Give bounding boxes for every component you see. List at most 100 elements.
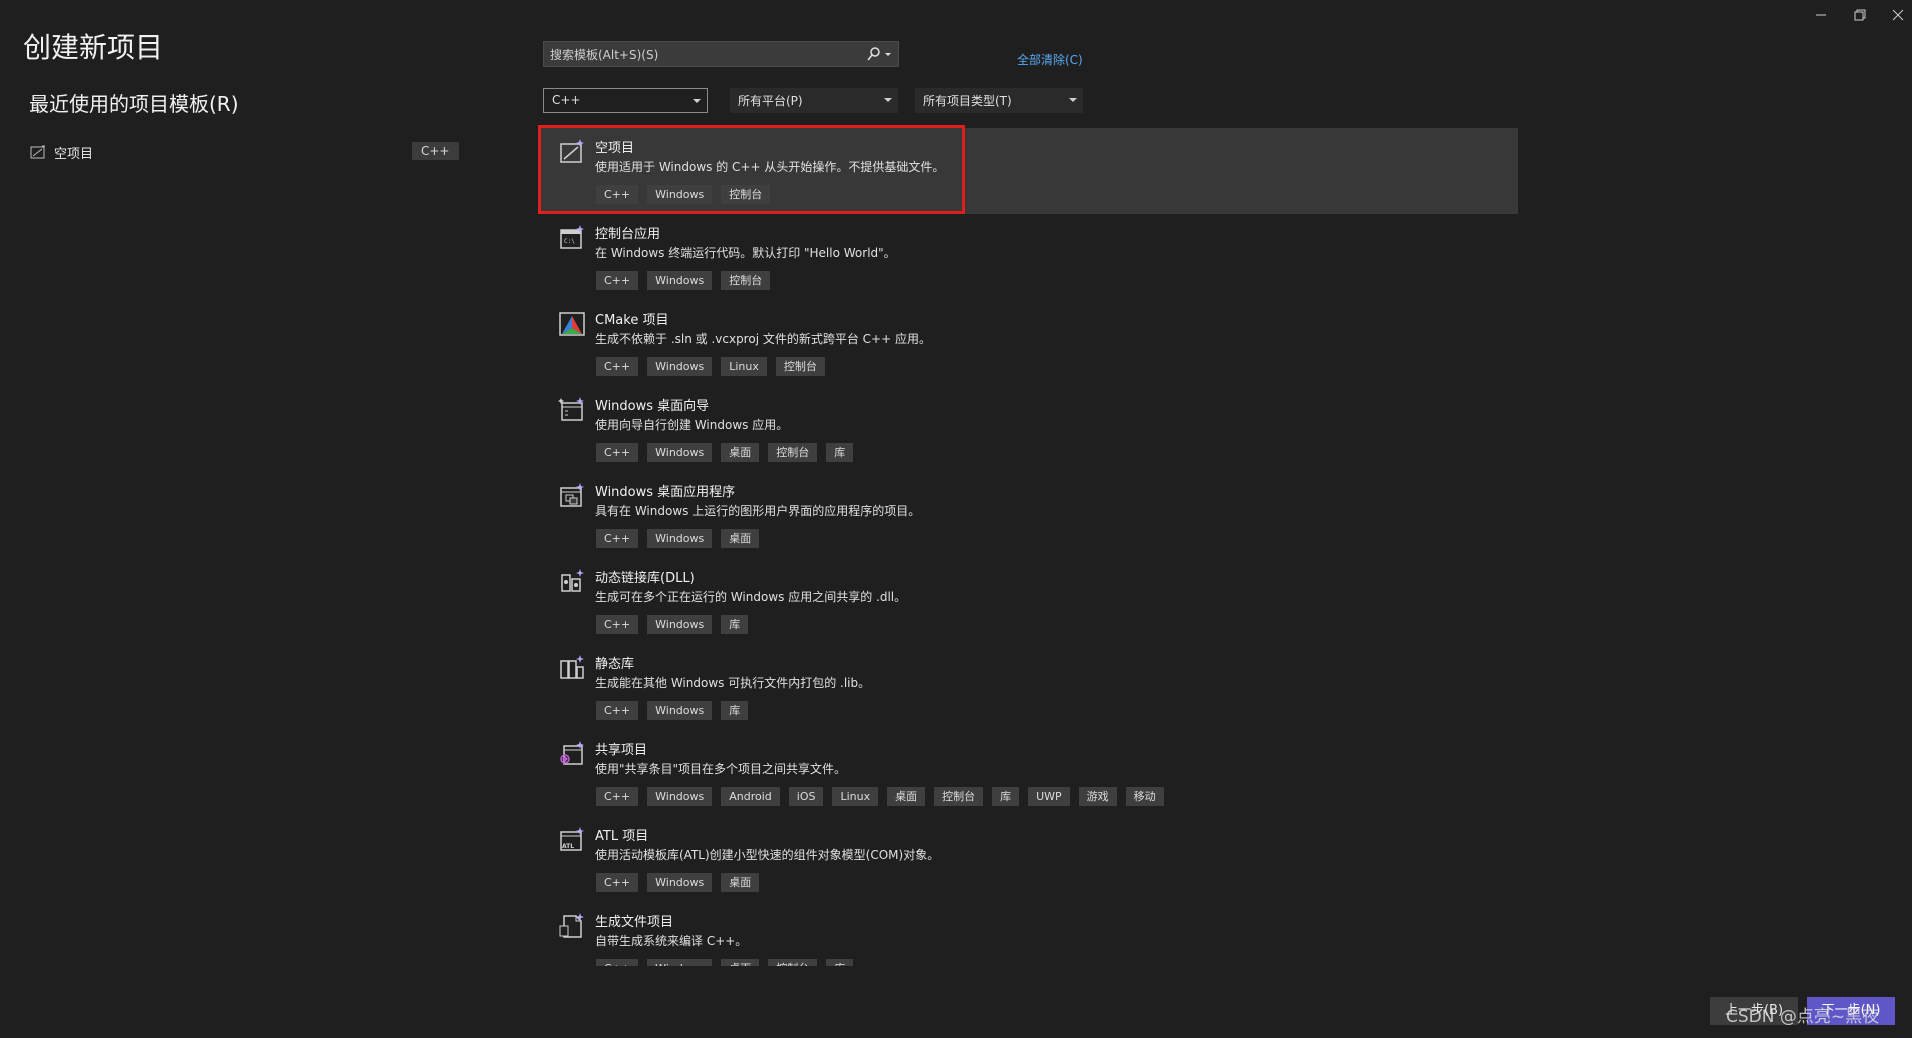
template-tag: 游戏 [1078, 787, 1117, 806]
chevron-down-icon [1069, 98, 1077, 102]
template-tags: C++Windows桌面控制台库 [596, 443, 854, 462]
template-tag: 控制台 [721, 271, 771, 290]
watermark: CSDN @点亮~黑夜 [1726, 1007, 1880, 1027]
template-tag: 控制台 [934, 787, 984, 806]
template-tags: C++ Windows 库 [596, 615, 749, 634]
template-tag: 桌面 [721, 443, 760, 462]
empty-project-icon [30, 144, 46, 159]
template-tag: C++ [596, 357, 639, 376]
template-tag: 库 [826, 959, 854, 966]
template-description: 生成不依赖于 .sln 或 .vcxproj 文件的新式跨平台 C++ 应用。 [595, 332, 931, 346]
template-item[interactable]: 动态链接库(DLL) 生成可在多个正在运行的 Windows 应用之间共享的 .d… [538, 558, 1518, 644]
template-name: Windows 桌面向导 [595, 399, 710, 414]
template-tag: Windows [647, 357, 713, 376]
svg-text:C:\: C:\ [564, 238, 575, 245]
template-name: CMake 项目 [595, 313, 669, 328]
template-tags: C++Windows桌面控制台库 [596, 959, 854, 966]
template-item[interactable]: C:\ 控制台应用在 Windows 终端运行代码。默认打印 "Hello Wor… [538, 214, 1518, 300]
template-tag: 控制台 [768, 959, 818, 966]
template-item[interactable]: 共享项目 使用"共享条目"项目在多个项目之间共享文件。 C++ Windows Andr… [538, 730, 1518, 816]
desktop-wizard-icon [558, 396, 586, 424]
template-tag: C++ [596, 701, 639, 720]
template-item[interactable]: 静态库生成能在其他 Windows 可执行文件内打包的 .lib。 C++ Wind… [538, 644, 1518, 730]
template-item[interactable]: CMake 项目生成不依赖于 .sln 或 .vcxproj 文件的新式跨平台 … [538, 300, 1518, 386]
recent-templates-heading: 最近使用的项目模板(R) [29, 92, 239, 116]
makefile-project-icon [558, 912, 586, 940]
svg-text:ATL: ATL [562, 843, 574, 850]
template-tag: 库 [826, 443, 854, 462]
template-description: 使用"共享条目"项目在多个项目之间共享文件。 [595, 762, 847, 776]
template-tag: Windows [647, 959, 713, 966]
template-item[interactable]: 生成文件项目自带生成系统来编译 C++。 C++ Windows 桌面 控制台 库 [538, 902, 1518, 966]
template-tag: 移动 [1125, 787, 1164, 806]
template-tags: C++ Windows 桌面 [596, 529, 760, 548]
template-tag: 库 [721, 615, 749, 634]
template-tag: C++ [596, 615, 639, 634]
template-tag: C++ [596, 271, 639, 290]
template-tag: 控制台 [768, 443, 818, 462]
template-name: 生成文件项目 [595, 915, 674, 930]
recent-template-item[interactable]: 空项目 C++ [30, 141, 459, 163]
clear-all-link[interactable]: 全部清除(C) [1017, 51, 1083, 68]
chevron-down-icon [693, 99, 701, 103]
template-tag: 控制台 [721, 185, 771, 204]
page-title: 创建新项目 [23, 31, 164, 64]
template-tag: 库 [992, 787, 1020, 806]
template-tags: C++ Windows 桌面 [596, 873, 760, 892]
static-lib-icon [558, 654, 586, 682]
template-tags: C++ Windows 控制台 [596, 185, 771, 204]
search-input[interactable] [544, 42, 872, 68]
template-tag: Linux [721, 357, 767, 376]
empty-project-icon [558, 138, 586, 166]
platform-filter-value: 所有平台(P) [738, 94, 803, 108]
template-tag: Windows [647, 787, 713, 806]
template-tag: Windows [647, 873, 713, 892]
template-item[interactable]: Windows 桌面应用程序具有在 Windows 上运行的图形用户界面的应用程… [538, 472, 1518, 558]
restore-icon[interactable] [1849, 6, 1871, 24]
template-description: 生成能在其他 Windows 可执行文件内打包的 .lib。 [595, 676, 871, 690]
template-item[interactable]: Windows 桌面向导 使用向导自行创建 Windows 应用。 C++ Windo… [538, 386, 1518, 472]
language-filter-dropdown[interactable]: C++ [543, 88, 708, 113]
template-tag: 桌面 [721, 959, 760, 966]
project-type-filter-value: 所有项目类型(T) [923, 94, 1012, 108]
template-description: 具有在 Windows 上运行的图形用户界面的应用程序的项目。 [595, 504, 921, 518]
template-tag: Android [721, 787, 780, 806]
recent-template-tag: C++ [412, 142, 459, 160]
template-description: 自带生成系统来编译 C++。 [595, 934, 748, 948]
platform-filter-dropdown[interactable]: 所有平台(P) [730, 88, 898, 113]
template-tag: 控制台 [775, 357, 825, 376]
project-type-filter-dropdown[interactable]: 所有项目类型(T) [915, 88, 1083, 113]
desktop-app-icon [558, 482, 586, 510]
template-tag: Windows [647, 271, 713, 290]
template-name: 共享项目 [595, 743, 648, 758]
template-tag: C++ [596, 873, 639, 892]
search-icon[interactable] [866, 46, 892, 62]
template-name: Windows 桌面应用程序 [595, 485, 736, 500]
language-filter-value: C++ [552, 93, 581, 107]
template-name: 控制台应用 [595, 227, 661, 242]
template-description: 使用适用于 Windows 的 C++ 从头开始操作。不提供基础文件。 [595, 160, 945, 174]
close-icon[interactable] [1887, 6, 1909, 24]
template-tags: C++ Windows Linux 控制台 [596, 357, 825, 376]
template-tag: 桌面 [721, 529, 760, 548]
template-tag: C++ [596, 185, 639, 204]
template-item[interactable]: 空项目使用适用于 Windows 的 C++ 从头开始操作。不提供基础文件。 C+… [538, 128, 1518, 214]
search-box[interactable] [543, 41, 899, 68]
minimize-icon[interactable] [1810, 6, 1832, 24]
template-name: 空项目 [595, 141, 635, 156]
template-tag: C++ [596, 529, 639, 548]
template-name: 静态库 [595, 657, 635, 672]
chevron-down-icon [884, 98, 892, 102]
template-tag: Linux [832, 787, 879, 806]
template-tag: C++ [596, 443, 639, 462]
template-tag: Windows [647, 701, 713, 720]
atl-project-icon: ATL [558, 826, 586, 854]
template-item[interactable]: ATL ATL 项目使用活动模板库(ATL)创建小型快速的组件对象模型(COM)对… [538, 816, 1518, 902]
shared-project-icon [558, 740, 586, 768]
template-list[interactable]: 空项目使用适用于 Windows 的 C++ 从头开始操作。不提供基础文件。 C+… [538, 128, 1538, 966]
console-app-icon: C:\ [558, 224, 586, 252]
template-name: ATL 项目 [595, 829, 649, 844]
dll-icon [558, 568, 586, 596]
template-tag: Windows [647, 185, 713, 204]
template-description: 使用活动模板库(ATL)创建小型快速的组件对象模型(COM)对象。 [595, 848, 940, 862]
